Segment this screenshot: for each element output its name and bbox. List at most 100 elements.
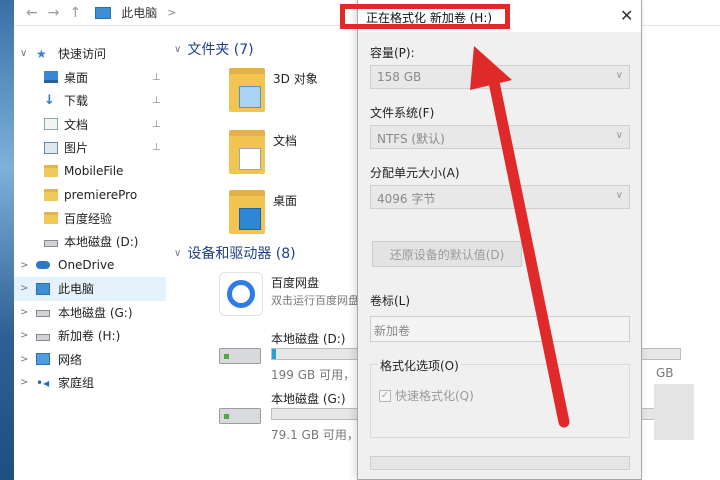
download-icon: ↓: [44, 92, 55, 108]
computer-icon: [36, 282, 50, 295]
format-options-label: 格式化选项(O): [378, 357, 461, 374]
chevron-right-icon[interactable]: >: [20, 330, 28, 341]
sidebar-item-label: 桌面: [64, 70, 89, 85]
format-options-group: 格式化选项(O) ✓ 快速格式化(Q): [370, 357, 630, 438]
star-icon: ★: [36, 46, 47, 61]
drive-icon: [219, 348, 261, 364]
folder-3d-objects[interactable]: 3D 对象: [229, 68, 349, 120]
sidebar-item-documents[interactable]: 文档 ⊥: [14, 113, 166, 137]
folder-icon: [229, 68, 265, 112]
drive-icon: [219, 408, 261, 424]
volume-label-label: 卷标(L): [370, 294, 411, 308]
chevron-right-icon[interactable]: >: [20, 307, 28, 318]
chevron-right-icon[interactable]: >: [20, 260, 28, 271]
back-icon[interactable]: ←: [26, 5, 38, 21]
volume-label-input[interactable]: 新加卷: [370, 316, 630, 342]
folder-documents[interactable]: 文档: [229, 130, 349, 182]
checkbox-icon[interactable]: ✓: [379, 389, 391, 402]
document-icon: [44, 118, 58, 131]
sidebar-item-drive-h[interactable]: > 新加卷 (H:): [14, 324, 166, 348]
sidebar-item-label: 家庭组: [58, 376, 95, 391]
chevron-right-icon[interactable]: >: [20, 377, 28, 388]
folders-section-header[interactable]: ∨ 文件夹 (7): [174, 39, 254, 59]
cloud-icon: [36, 261, 50, 270]
chevron-right-icon[interactable]: >: [20, 354, 28, 365]
baidu-netdisk-icon: [219, 272, 263, 316]
sidebar-item-downloads[interactable]: ↓ 下载 ⊥: [14, 89, 166, 113]
app-name: 百度网盘: [271, 276, 320, 290]
allocation-unit-select[interactable]: 4096 字节 ∨: [370, 185, 630, 209]
sidebar-item-label: premierePro: [64, 187, 138, 202]
sidebar-item-label: OneDrive: [58, 258, 115, 273]
folder-name: 3D 对象: [273, 72, 318, 86]
pin-icon[interactable]: ⊥: [152, 119, 161, 130]
close-icon[interactable]: ✕: [620, 6, 633, 25]
sidebar-item-quick-access[interactable]: ∨ ★ 快速访问: [14, 42, 166, 66]
sidebar-item-mobilefile[interactable]: MobileFile: [14, 160, 166, 184]
sidebar-item-label: 网络: [58, 352, 83, 367]
filesystem-value: NTFS (默认): [377, 132, 445, 146]
drive-free-space: 79.1 GB 可用，: [271, 428, 359, 442]
folder-icon: [229, 190, 265, 234]
drive-name: 本地磁盘 (G:): [271, 392, 346, 406]
chevron-down-icon[interactable]: ∨: [174, 248, 181, 259]
sidebar-item-onedrive[interactable]: > OneDrive: [14, 254, 166, 278]
drive-icon: [36, 310, 50, 318]
chevron-down-icon[interactable]: ∨: [20, 48, 27, 59]
sidebar-item-drive-d[interactable]: 本地磁盘 (D:): [14, 230, 166, 254]
format-progress-bar: [370, 456, 630, 470]
breadcrumb-this-pc[interactable]: 此电脑: [121, 4, 157, 21]
background-panel: [654, 384, 694, 440]
picture-icon: [44, 141, 58, 154]
sidebar-item-desktop[interactable]: 桌面 ⊥: [14, 66, 166, 90]
sidebar-item-label: 文档: [64, 117, 89, 132]
drive-name: 本地磁盘 (D:): [271, 332, 346, 346]
chevron-right-icon[interactable]: >: [20, 283, 28, 294]
pin-icon[interactable]: ⊥: [152, 142, 161, 153]
navigation-pane: ∨ ★ 快速访问 桌面 ⊥ ↓ 下载 ⊥ 文档 ⊥ 图片 ⊥ MobileFil…: [14, 42, 166, 395]
sidebar-item-label: 本地磁盘 (G:): [58, 305, 133, 320]
annotation-highlight-box: [340, 4, 510, 29]
sidebar-item-pictures[interactable]: 图片 ⊥: [14, 136, 166, 160]
sidebar-item-label: 新加卷 (H:): [58, 329, 121, 344]
sidebar-item-baidu-jingyan[interactable]: 百度经验: [14, 207, 166, 231]
sidebar-item-premierepro[interactable]: premierePro: [14, 183, 166, 207]
up-icon[interactable]: ↑: [69, 5, 81, 21]
folder-name: 桌面: [273, 194, 298, 208]
drive-free-space: 199 GB 可用，: [271, 368, 356, 382]
filesystem-select[interactable]: NTFS (默认) ∨: [370, 125, 630, 149]
pin-icon[interactable]: ⊥: [152, 95, 161, 106]
partial-drive-info: GB: [656, 366, 674, 380]
devices-section-header[interactable]: ∨ 设备和驱动器 (8): [174, 243, 296, 263]
desktop-icon: [44, 71, 58, 84]
app-subtitle: 双击运行百度网盘: [271, 294, 359, 307]
section-title: 设备和驱动器 (8): [187, 246, 296, 262]
chevron-down-icon: ∨: [615, 70, 623, 81]
sidebar-item-label: 下载: [64, 94, 89, 109]
quick-format-checkbox[interactable]: ✓ 快速格式化(Q): [379, 387, 474, 404]
chevron-down-icon: ∨: [615, 130, 623, 141]
sidebar-item-label: 此电脑: [58, 282, 95, 297]
forward-icon[interactable]: →: [48, 5, 60, 21]
section-title: 文件夹 (7): [187, 42, 254, 58]
sidebar-item-homegroup[interactable]: > •◂ 家庭组: [14, 371, 166, 395]
restore-defaults-button[interactable]: 还原设备的默认值(D): [372, 241, 522, 267]
sidebar-item-label: 快速访问: [58, 47, 107, 62]
pin-icon[interactable]: ⊥: [152, 72, 161, 83]
homegroup-icon: •◂: [36, 375, 50, 390]
sidebar-item-network[interactable]: > 网络: [14, 348, 166, 372]
capacity-select[interactable]: 158 GB ∨: [370, 65, 630, 89]
computer-icon: [95, 6, 112, 19]
sidebar-item-this-pc[interactable]: > 此电脑: [14, 277, 166, 301]
drive-icon: [44, 239, 58, 247]
folder-desktop[interactable]: 桌面: [229, 190, 349, 242]
desktop-background: [0, 0, 14, 480]
sidebar-item-drive-g[interactable]: > 本地磁盘 (G:): [14, 301, 166, 325]
allocation-unit-label: 分配单元大小(A): [370, 166, 460, 180]
capacity-value: 158 GB: [377, 70, 422, 84]
capacity-label: 容量(P):: [370, 46, 415, 60]
drive-icon: [36, 333, 50, 341]
folder-icon: [229, 130, 265, 174]
breadcrumb-separator[interactable]: >: [167, 6, 176, 19]
chevron-down-icon[interactable]: ∨: [174, 44, 181, 55]
